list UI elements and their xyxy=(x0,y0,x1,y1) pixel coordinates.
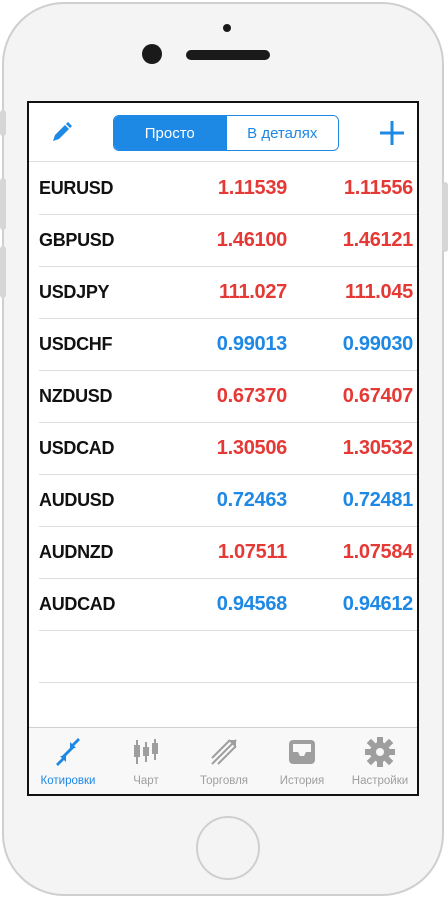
empty-row xyxy=(29,631,417,683)
pencil-icon xyxy=(53,122,72,141)
symbol-label: AUDUSD xyxy=(39,490,115,510)
symbol-label: AUDCAD xyxy=(39,594,116,614)
quote-row-audnzd[interactable]: AUDNZD 1.07511 1.07584 xyxy=(29,527,417,579)
volume-up-button xyxy=(0,178,6,230)
tab-chart[interactable]: Чарт xyxy=(107,728,185,794)
volume-down-button xyxy=(0,246,6,298)
tab-label: Настройки xyxy=(351,775,409,787)
symbol-label: USDCHF xyxy=(39,334,113,354)
tab-label: Торговля xyxy=(199,775,249,787)
bid-price: 111.027 xyxy=(219,281,287,303)
proximity-sensor xyxy=(223,24,231,32)
bid-price: 0.72463 xyxy=(216,489,288,511)
bid-price: 0.67370 xyxy=(216,385,288,407)
power-button xyxy=(442,182,448,252)
ask-price: 0.94612 xyxy=(342,593,414,615)
bid-price: 0.99013 xyxy=(216,333,288,355)
symbol-label: USDJPY xyxy=(39,282,110,302)
tab-history[interactable]: История xyxy=(263,728,341,794)
ask-price: 1.30532 xyxy=(342,437,414,459)
edit-button[interactable] xyxy=(47,119,75,147)
segment-simple[interactable]: Просто xyxy=(114,116,226,150)
bid-price: 1.11539 xyxy=(217,177,287,199)
candlestick-chart-icon xyxy=(134,739,158,764)
toolbar: Просто В деталях xyxy=(29,103,417,162)
ask-price: 0.67407 xyxy=(342,385,414,407)
bid-price: 1.07511 xyxy=(217,541,287,563)
app-screen: Просто В деталях EURUSD 1.11539 1.11556 GBP… xyxy=(27,101,419,796)
segment-details[interactable]: В деталях xyxy=(225,116,338,150)
view-mode-segmented-control: Просто В деталях xyxy=(113,115,339,151)
ask-price: 0.99030 xyxy=(342,333,414,355)
bid-price: 1.30506 xyxy=(216,437,288,459)
quote-row-audusd[interactable]: AUDUSD 0.72463 0.72481 xyxy=(29,475,417,527)
quote-row-usdcad[interactable]: USDCAD 1.30506 1.30532 xyxy=(29,423,417,475)
home-button[interactable] xyxy=(196,816,260,880)
ask-price: 1.11556 xyxy=(343,177,413,199)
earpiece-speaker xyxy=(186,50,270,60)
quote-row-gbpusd[interactable]: GBPUSD 1.46100 1.46121 xyxy=(29,215,417,267)
tab-trade[interactable]: Торговля xyxy=(185,728,263,794)
quote-row-usdjpy[interactable]: USDJPY 111.027 111.045 xyxy=(29,267,417,319)
quote-row-usdchf[interactable]: USDCHF 0.99013 0.99030 xyxy=(29,319,417,371)
quote-row-nzdusd[interactable]: NZDUSD 0.67370 0.67407 xyxy=(29,371,417,423)
trade-icon xyxy=(211,739,237,765)
ask-price: 0.72481 xyxy=(342,489,414,511)
quotes-icon xyxy=(56,738,80,766)
quote-row-eurusd[interactable]: EURUSD 1.11539 1.11556 xyxy=(29,163,417,215)
settings-gear-icon xyxy=(365,737,395,767)
ask-price: 1.07584 xyxy=(342,541,414,563)
tab-label: История xyxy=(279,775,325,787)
tab-settings[interactable]: Настройки xyxy=(341,728,417,794)
tab-bar: Котировки Чарт Торговля История Настройки xyxy=(29,727,417,794)
ask-price: 111.045 xyxy=(345,281,413,303)
symbol-label: EURUSD xyxy=(39,178,114,198)
bid-price: 1.46100 xyxy=(216,229,288,251)
symbol-label: AUDNZD xyxy=(39,542,114,562)
plus-icon xyxy=(380,121,404,145)
history-inbox-icon xyxy=(289,740,315,764)
mute-switch xyxy=(0,110,6,136)
bid-price: 0.94568 xyxy=(216,593,288,615)
add-symbol-button[interactable] xyxy=(378,119,406,147)
front-camera xyxy=(142,44,162,64)
symbol-label: USDCAD xyxy=(39,438,115,458)
tab-label: Чарт xyxy=(133,775,159,787)
symbol-label: GBPUSD xyxy=(39,230,115,250)
symbol-label: NZDUSD xyxy=(39,386,113,406)
ask-price: 1.46121 xyxy=(342,229,414,251)
quote-row-audcad[interactable]: AUDCAD 0.94568 0.94612 xyxy=(29,579,417,631)
tab-quotes[interactable]: Котировки xyxy=(29,728,107,794)
